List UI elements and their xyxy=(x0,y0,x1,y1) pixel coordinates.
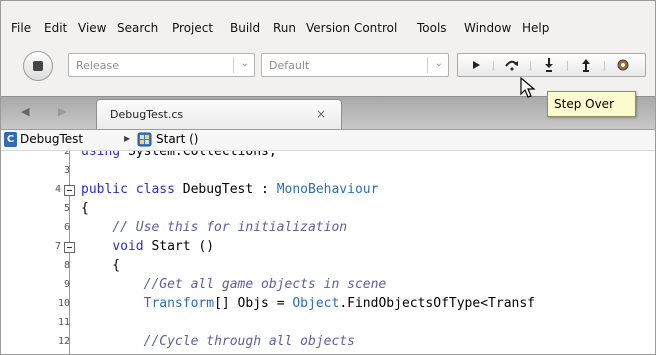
menu-bar: File Edit View Search Project Build Run … xyxy=(1,1,655,41)
line-number: 10 xyxy=(57,298,70,309)
tab-debugtest[interactable]: DebugTest.cs × xyxy=(96,99,342,129)
breadcrumb-class[interactable]: DebugTest xyxy=(20,132,83,146)
mouse-cursor-icon xyxy=(520,76,536,102)
collapse-fold-icon[interactable] xyxy=(64,185,75,196)
menu-build[interactable]: Build xyxy=(230,21,260,35)
ide-window: File Edit View Search Project Build Run … xyxy=(0,0,656,355)
code-text: public class DebugTest : MonoBehaviour xyxy=(81,182,379,197)
line-number: 6 xyxy=(63,222,70,233)
code-text: // Use this for initialization xyxy=(112,220,348,235)
line-number: 7 xyxy=(54,241,61,252)
tab-label: DebugTest.cs xyxy=(110,108,184,121)
step-into-button[interactable] xyxy=(535,55,563,75)
chevron-down-icon: ⌄ xyxy=(434,58,443,69)
target-value: Default xyxy=(269,59,310,72)
code-text: using System.Collections; xyxy=(81,151,277,159)
line-number: 5 xyxy=(63,203,70,214)
code-line[interactable]: 9 //Get all game objects in scene xyxy=(1,276,655,295)
continue-button[interactable] xyxy=(462,55,490,75)
line-number: 3 xyxy=(63,165,70,176)
line-number: 8 xyxy=(63,260,70,271)
code-line[interactable]: 6 // Use this for initialization xyxy=(1,219,655,238)
step-over-tooltip: Step Over xyxy=(547,91,636,117)
line-number: 12 xyxy=(57,336,70,347)
menu-tools[interactable]: Tools xyxy=(417,21,447,35)
step-out-button[interactable] xyxy=(572,55,600,75)
menu-help[interactable]: Help xyxy=(522,21,549,35)
step-over-button[interactable] xyxy=(498,55,526,75)
code-line[interactable]: 8 { xyxy=(1,257,655,276)
tooltip-text: Step Over xyxy=(554,97,614,111)
code-text: //Get all game objects in scene xyxy=(143,277,387,292)
code-line[interactable]: 7 void Start () xyxy=(1,238,655,257)
code-editor[interactable]: 2 using System.Collections; 3 4 public class… xyxy=(1,151,655,354)
chevron-down-icon: ⌄ xyxy=(240,58,249,69)
line-number: 4 xyxy=(54,184,61,195)
code-text: { xyxy=(81,258,121,273)
menu-project[interactable]: Project xyxy=(172,21,213,35)
code-text: { xyxy=(81,201,89,216)
step-out-icon xyxy=(582,59,590,72)
code-text: Transform[] Objs = Object.FindObjectsOfT… xyxy=(143,296,535,311)
code-line[interactable]: 2 using System.Collections; xyxy=(1,151,655,162)
tab-scroll-left-icon[interactable]: ◀ xyxy=(21,105,29,118)
menu-view[interactable]: View xyxy=(78,21,106,35)
code-line[interactable]: 10 Transform[] Objs = Object.FindObjects… xyxy=(1,295,655,314)
menu-window[interactable]: Window xyxy=(464,21,511,35)
attach-debugger-button[interactable] xyxy=(609,55,637,75)
code-line[interactable]: 11 xyxy=(1,314,655,333)
code-line[interactable]: 4 public class DebugTest : MonoBehaviour xyxy=(1,181,655,200)
code-text: //Cycle through all objects xyxy=(143,334,355,349)
tab-scroll-right-icon[interactable]: ▶ xyxy=(58,105,66,118)
breadcrumb xyxy=(1,129,655,151)
step-into-icon xyxy=(545,58,553,72)
gear-icon xyxy=(617,59,629,71)
stop-button[interactable] xyxy=(23,51,53,81)
step-over-icon xyxy=(505,60,518,71)
configuration-select[interactable]: Release ⌄ xyxy=(68,53,255,77)
line-number: 11 xyxy=(57,317,70,328)
method-icon xyxy=(137,132,152,147)
breadcrumb-method[interactable]: Start () xyxy=(156,132,199,146)
breadcrumb-separator: ▶ xyxy=(124,134,131,143)
line-number: 2 xyxy=(63,151,70,157)
code-text: void Start () xyxy=(112,239,215,254)
class-icon: C xyxy=(4,132,17,147)
code-line[interactable]: 3 xyxy=(1,162,655,181)
debug-controls xyxy=(457,53,646,77)
menu-version-control[interactable]: Version Control xyxy=(306,21,397,35)
code-line[interactable]: 12 //Cycle through all objects xyxy=(1,333,655,352)
play-icon xyxy=(473,61,480,69)
code-line[interactable]: 5{ xyxy=(1,200,655,219)
menu-search[interactable]: Search xyxy=(117,21,158,35)
stop-icon xyxy=(33,61,43,71)
menu-run[interactable]: Run xyxy=(273,21,296,35)
close-icon[interactable]: × xyxy=(316,107,326,121)
menu-file[interactable]: File xyxy=(11,21,31,35)
target-select[interactable]: Default ⌄ xyxy=(261,53,449,77)
configuration-value: Release xyxy=(76,59,119,72)
line-number: 9 xyxy=(63,279,70,290)
menu-edit[interactable]: Edit xyxy=(44,21,67,35)
collapse-fold-icon[interactable] xyxy=(64,242,75,253)
